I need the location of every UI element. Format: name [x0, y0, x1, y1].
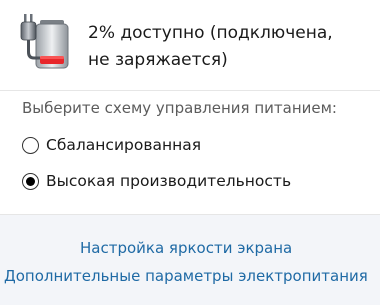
radio-button-selected-icon[interactable]: [22, 172, 39, 190]
radio-high-performance-label[interactable]: Высокая производительность: [46, 172, 291, 190]
battery-plugged-icon: [20, 14, 69, 69]
screen-brightness-link[interactable]: Настройка яркости экрана: [80, 239, 292, 257]
radio-balanced-label[interactable]: Сбалансированная: [46, 136, 201, 154]
divider: [0, 90, 380, 91]
radio-button-icon[interactable]: [22, 136, 39, 154]
status-line-1: 2% доступно (подключена,: [88, 23, 333, 43]
more-power-options-link[interactable]: Дополнительные параметры электропитания: [4, 267, 368, 285]
battery-status-panel: 2% доступно (подключена, не заряжается): [0, 0, 380, 90]
radio-balanced[interactable]: Сбалансированная: [22, 136, 201, 154]
footer-links-panel: Настройка яркости экрана Дополнительные …: [0, 215, 380, 305]
status-line-2: не заряжается): [88, 50, 228, 70]
battery-status-text: 2% доступно (подключена, не заряжается): [88, 20, 378, 74]
radio-dot: [26, 176, 35, 186]
power-scheme-heading: Выберите схему управления питанием:: [22, 99, 337, 117]
radio-high-performance[interactable]: Высокая производительность: [22, 172, 291, 190]
